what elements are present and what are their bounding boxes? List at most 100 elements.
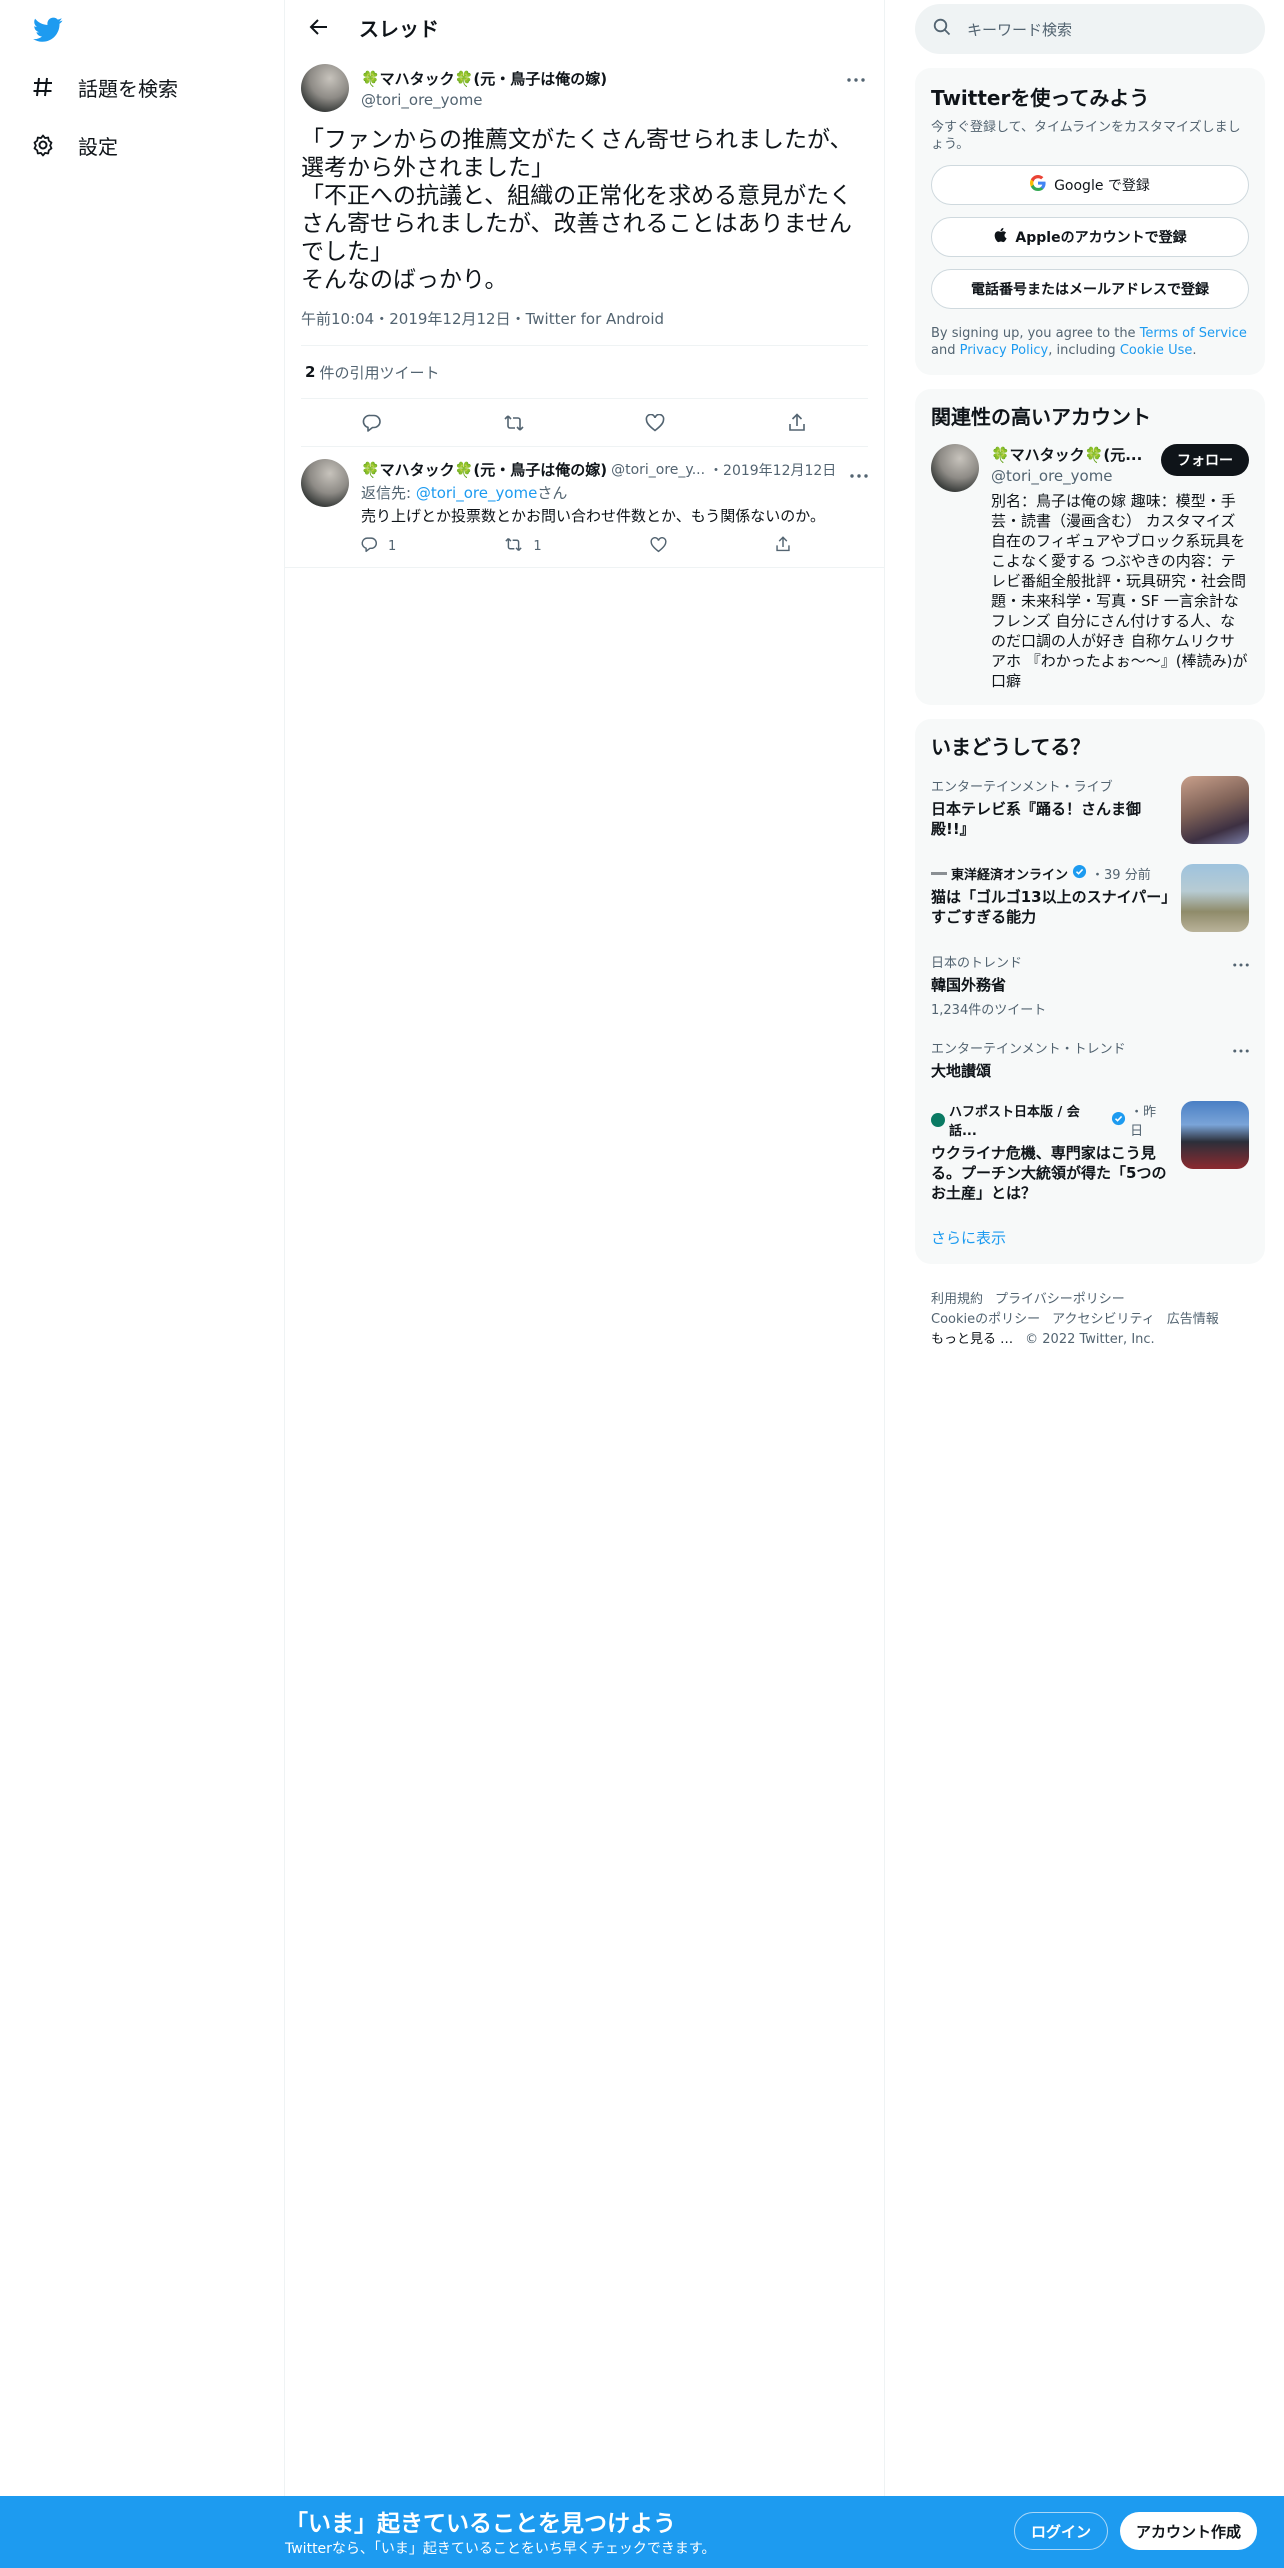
tweet-actions [301, 399, 868, 447]
follow-button[interactable]: フォロー [1161, 444, 1249, 476]
more-options-icon[interactable] [850, 463, 868, 482]
trend-category: エンターテインメント・ライブ [931, 780, 1113, 795]
twitter-logo-icon[interactable] [30, 12, 66, 48]
apple-signup-button[interactable]: Appleのアカウントで登録 [931, 217, 1249, 257]
trend-item[interactable]: ハフポスト日本版 / 会話... ・昨日 ウクライナ危機、専門家はこう見る。プー… [915, 1091, 1265, 1213]
trend-count: 1,234件のツイート [931, 1003, 1047, 1018]
trends-card: いまどうしてる？ エンターテインメント・ライブ 日本テレビ系『踊る！さんま御殿!… [915, 719, 1265, 1264]
reply-count: 1 [388, 539, 397, 554]
apple-logo-icon [993, 227, 1007, 247]
create-account-button[interactable]: アカウント作成 [1120, 2512, 1258, 2550]
like-heart-icon[interactable] [638, 406, 672, 440]
reply-date[interactable]: ・2019年12月12日 [709, 460, 836, 480]
footer-link[interactable]: アクセシビリティ [1052, 1312, 1155, 1327]
avatar[interactable] [931, 444, 979, 492]
source-logo-icon [931, 1113, 945, 1127]
apple-signup-label: Appleのアカウントで登録 [1015, 230, 1187, 246]
signup-card: Twitterを使ってみよう 今すぐ登録して、タイムラインをカスタマイズしましょ… [915, 68, 1265, 375]
main-column: スレッド 🍀マハタック🍀(元・鳥子は俺の嫁) @tori_ore_yome 「フ… [285, 0, 885, 2568]
main-tweet: 🍀マハタック🍀(元・鳥子は俺の嫁) @tori_ore_yome 「ファンからの… [285, 54, 884, 447]
privacy-link[interactable]: Privacy Policy [960, 343, 1049, 358]
back-arrow-icon[interactable] [301, 9, 337, 45]
trends-title: いまどうしてる？ [931, 735, 1091, 759]
avatar[interactable] [301, 64, 349, 112]
cookie-link[interactable]: Cookie Use [1120, 343, 1193, 358]
reply-actions: 1 1 [361, 536, 791, 557]
reply-handle[interactable]: @tori_ore_y... [611, 462, 705, 478]
trend-thumbnail [1181, 1101, 1249, 1169]
footer-link[interactable]: Cookieのポリシー [931, 1312, 1040, 1327]
trend-name: 日本テレビ系『踊る！さんま御殿!!』 [931, 800, 1142, 838]
more-options-icon[interactable] [1233, 952, 1249, 971]
legal-text: and [931, 343, 960, 358]
trend-item[interactable]: 東洋経済オンライン ・39 分前 猫は「ゴルゴ13以上のスナイパー」すごすぎる能… [915, 854, 1265, 942]
left-sidebar: 話題を検索 設定 [0, 0, 285, 2568]
phone-email-signup-button[interactable]: 電話番号またはメールアドレスで登録 [931, 269, 1249, 309]
nav-explore-label: 話題を検索 [78, 76, 178, 101]
right-sidebar: キーワード検索 Twitterを使ってみよう 今すぐ登録して、タイムラインをカス… [915, 0, 1265, 1350]
trend-source: 東洋経済オンライン ・39 分前 [931, 864, 1169, 883]
reply-button[interactable]: 1 [361, 536, 396, 557]
verified-badge-icon [1072, 864, 1087, 883]
tweet-timestamp[interactable]: 午前10:04・2019年12月12日・Twitter for Android [301, 308, 868, 346]
related-display-name[interactable]: 🍀マハタック🍀(元... [991, 444, 1141, 465]
trend-time: ・39 分前 [1091, 868, 1151, 883]
related-title: 関連性の高いアカウント [931, 405, 1151, 429]
like-button[interactable] [650, 536, 667, 557]
tweet-display-name[interactable]: 🍀マハタック🍀(元・鳥子は俺の嫁) [361, 68, 607, 89]
trend-category: エンターテインメント・トレンド [931, 1042, 1126, 1057]
replying-suffix: さん [537, 484, 568, 502]
trend-category: 日本のトレンド [931, 956, 1023, 971]
related-account[interactable]: 🍀マハタック🍀(元... @tori_ore_yome フォロー 別名：鳥子は俺… [931, 444, 1249, 691]
share-icon [775, 536, 791, 557]
bottom-bar-title: 「いま」起きていることを見つけよう [285, 2511, 676, 2537]
footer-link[interactable]: 広告情報 [1167, 1312, 1219, 1327]
signup-title: Twitterを使ってみよう [931, 86, 1150, 110]
replying-to-link[interactable]: @tori_ore_yome [416, 484, 538, 502]
related-bio: 別名：鳥子は俺の嫁 趣味：模型・手芸・読書（漫画含む） カスタマイズ自在のフィギ… [991, 492, 1248, 690]
trend-source-name: 東洋経済オンライン [951, 868, 1069, 883]
legal-text: , including [1048, 343, 1120, 358]
more-options-icon[interactable] [844, 68, 868, 92]
login-button[interactable]: ログイン [1014, 2512, 1109, 2550]
search-placeholder: キーワード検索 [967, 20, 1073, 39]
trend-item[interactable]: エンターテインメント・ライブ 日本テレビ系『踊る！さんま御殿!!』 [915, 766, 1265, 854]
reply-tweet[interactable]: 🍀マハタック🍀(元・鳥子は俺の嫁) @tori_ore_y... ・2019年1… [285, 447, 884, 568]
trend-name: ウクライナ危機、専門家はこう見る。プーチン大統領が得た「5つのお土産」とは？ [931, 1144, 1167, 1202]
footer-more-link[interactable]: もっと見る … [931, 1332, 1013, 1347]
gear-icon [30, 132, 56, 158]
show-more-link[interactable]: さらに表示 [915, 1213, 1265, 1254]
trend-item[interactable]: 日本のトレンド 韓国外務省 1,234件のツイート [915, 942, 1265, 1028]
trend-name: 韓国外務省 [931, 976, 1007, 994]
share-icon[interactable] [780, 406, 814, 440]
retweet-icon [504, 536, 523, 557]
nav-settings-label: 設定 [78, 134, 118, 159]
nav-explore[interactable]: 話題を検索 [30, 67, 178, 107]
trend-name: 猫は「ゴルゴ13以上のスナイパー」すごすぎる能力 [931, 888, 1169, 926]
page-title: スレッド [359, 16, 439, 41]
avatar[interactable] [301, 459, 349, 507]
trend-item[interactable]: エンターテインメント・トレンド 大地讃頌 [915, 1028, 1265, 1091]
tweet-handle[interactable]: @tori_ore_yome [361, 91, 607, 109]
copyright: © 2022 Twitter, Inc. [1025, 1332, 1155, 1347]
legal-text: By signing up, you agree to the [931, 326, 1140, 341]
quote-tweets-link[interactable]: 2 件の引用ツイート [301, 346, 868, 399]
search-input[interactable]: キーワード検索 [915, 4, 1265, 54]
reply-text: 売り上げとか投票数とかお問い合わせ件数とか、もう関係ないのか。 [361, 507, 825, 525]
terms-link[interactable]: Terms of Service [1140, 326, 1247, 341]
nav-settings[interactable]: 設定 [30, 125, 118, 165]
share-button[interactable] [775, 536, 791, 557]
replying-prefix: 返信先: [361, 484, 416, 502]
reply-icon[interactable] [355, 406, 389, 440]
more-options-icon[interactable] [1233, 1038, 1249, 1057]
search-icon [933, 18, 951, 40]
retweet-button[interactable]: 1 [504, 536, 542, 557]
thread-header: スレッド [285, 0, 884, 54]
footer-link[interactable]: 利用規約 [931, 1292, 983, 1307]
signup-subtitle: 今すぐ登録して、タイムラインをカスタマイズしましょう。 [931, 120, 1241, 152]
footer-link[interactable]: プライバシーポリシー [995, 1292, 1125, 1307]
google-signup-button[interactable]: Google で登録 [931, 165, 1249, 205]
phone-signup-label: 電話番号またはメールアドレスで登録 [971, 282, 1209, 298]
reply-display-name[interactable]: 🍀マハタック🍀(元・鳥子は俺の嫁) [361, 459, 607, 480]
retweet-icon[interactable] [497, 406, 531, 440]
